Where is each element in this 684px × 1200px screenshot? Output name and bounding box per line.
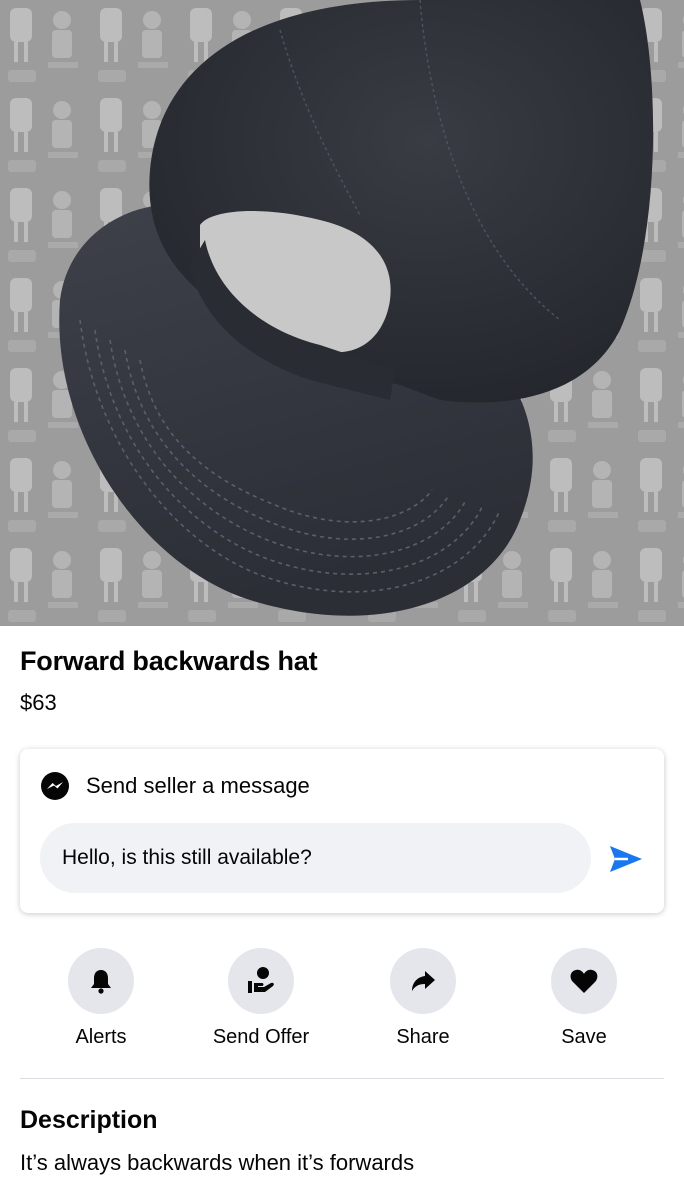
share-label: Share [396,1026,450,1048]
save-icon-circle [551,948,617,1014]
send-offer-label: Send Offer [212,1026,310,1048]
listing-price: $63 [20,690,57,715]
message-header: Send seller a message [40,771,310,801]
offer-icon [248,967,274,993]
description-heading: Description [20,1106,158,1134]
save-label: Save [561,1026,607,1048]
bell-icon [91,970,111,994]
save-button[interactable]: Save [504,948,664,1049]
share-button[interactable]: Share [343,948,503,1049]
hat-photo-illustration [0,0,684,626]
alerts-icon-circle [68,948,134,1014]
action-bar: Alerts Send Offer Share Save [0,948,684,1058]
alerts-button[interactable]: Alerts [21,948,181,1049]
section-divider [20,1078,664,1079]
share-arrow-icon [412,971,435,991]
messenger-icon [40,771,70,801]
message-seller-card: Send seller a message [20,749,664,913]
send-button[interactable] [606,839,646,879]
share-icon-circle [390,948,456,1014]
alerts-label: Alerts [75,1026,127,1048]
description-text: It’s always backwards when it’s forwards [20,1150,415,1175]
heart-icon [570,969,598,993]
send-icon [610,846,642,872]
product-photo[interactable] [0,0,684,626]
message-header-label: Send seller a message [86,773,310,798]
message-input[interactable] [40,823,591,893]
send-offer-icon-circle [228,948,294,1014]
listing-title: Forward backwards hat [20,646,318,676]
send-offer-button[interactable]: Send Offer [181,948,341,1049]
